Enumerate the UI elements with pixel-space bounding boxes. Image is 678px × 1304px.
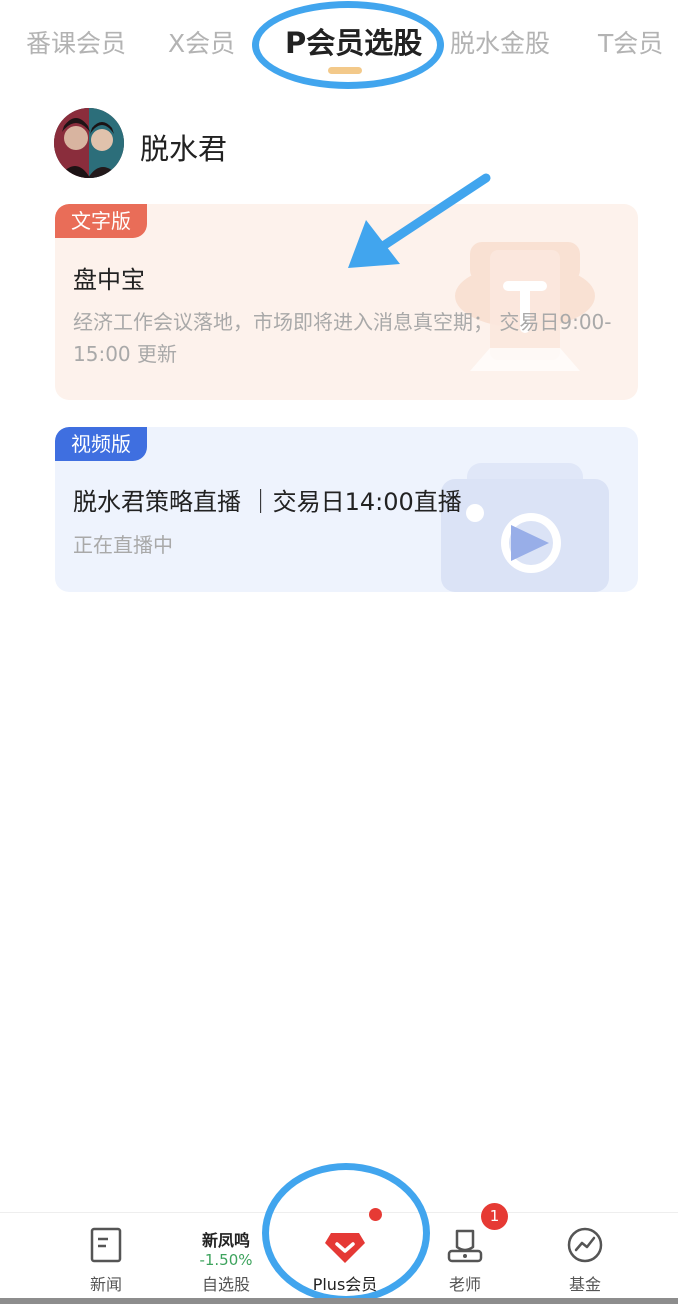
card-description: 经济工作会议落地，市场即将进入消息真空期； 交易日9:00-15:00 更新 <box>73 310 612 366</box>
nav-label: 老师 <box>448 1275 481 1294</box>
nav-label: 自选股 <box>201 1275 250 1294</box>
nav-label: 基金 <box>568 1275 601 1294</box>
nav-item-fund[interactable]: 基金 <box>535 1213 635 1304</box>
card-title: 脱水君策略直播 ｜交易日14:00直播 <box>73 488 462 516</box>
nav-item-watchlist[interactable]: 新凤鸣 -1.50% 自选股 <box>176 1213 276 1304</box>
teacher-icon <box>447 1229 483 1263</box>
system-bottom-bar <box>0 1298 678 1304</box>
nav-label: 新闻 <box>89 1275 122 1294</box>
annotation-circle-tab <box>252 1 444 89</box>
top-tab-bar: 番课会员 X会员 P会员选股 脱水金股 T会员 <box>0 0 678 92</box>
teacher-notification-badge: 1 <box>481 1203 508 1230</box>
fund-chart-icon <box>567 1227 603 1263</box>
tab-t-member[interactable]: T会员 <box>598 24 663 60</box>
author-name[interactable]: 脱水君 <box>140 126 227 168</box>
video-play-icon <box>441 463 609 592</box>
watchlist-stock-name: 新凤鸣 <box>201 1231 250 1250</box>
nav-item-news[interactable]: 新闻 <box>56 1213 156 1304</box>
tab-x-member[interactable]: X会员 <box>168 24 235 60</box>
tab-fanke-member[interactable]: 番课会员 <box>26 24 126 60</box>
video-version-card[interactable]: 视频版 脱水君策略直播 ｜交易日14:00直播 正在直播中 <box>55 427 638 592</box>
card-badge-text-version: 文字版 <box>55 204 147 238</box>
annotation-arrow-icon <box>348 173 491 268</box>
card-status: 正在直播中 <box>73 533 173 557</box>
avatar[interactable] <box>54 108 124 178</box>
card-badge-video-version: 视频版 <box>55 427 147 461</box>
watchlist-stock-change: -1.50% <box>199 1251 253 1269</box>
news-icon <box>90 1227 122 1263</box>
tab-dehydrated-gold-stocks[interactable]: 脱水金股 <box>450 24 550 60</box>
annotation-circle-plus <box>262 1163 430 1303</box>
card-title: 盘中宝 <box>73 266 145 294</box>
